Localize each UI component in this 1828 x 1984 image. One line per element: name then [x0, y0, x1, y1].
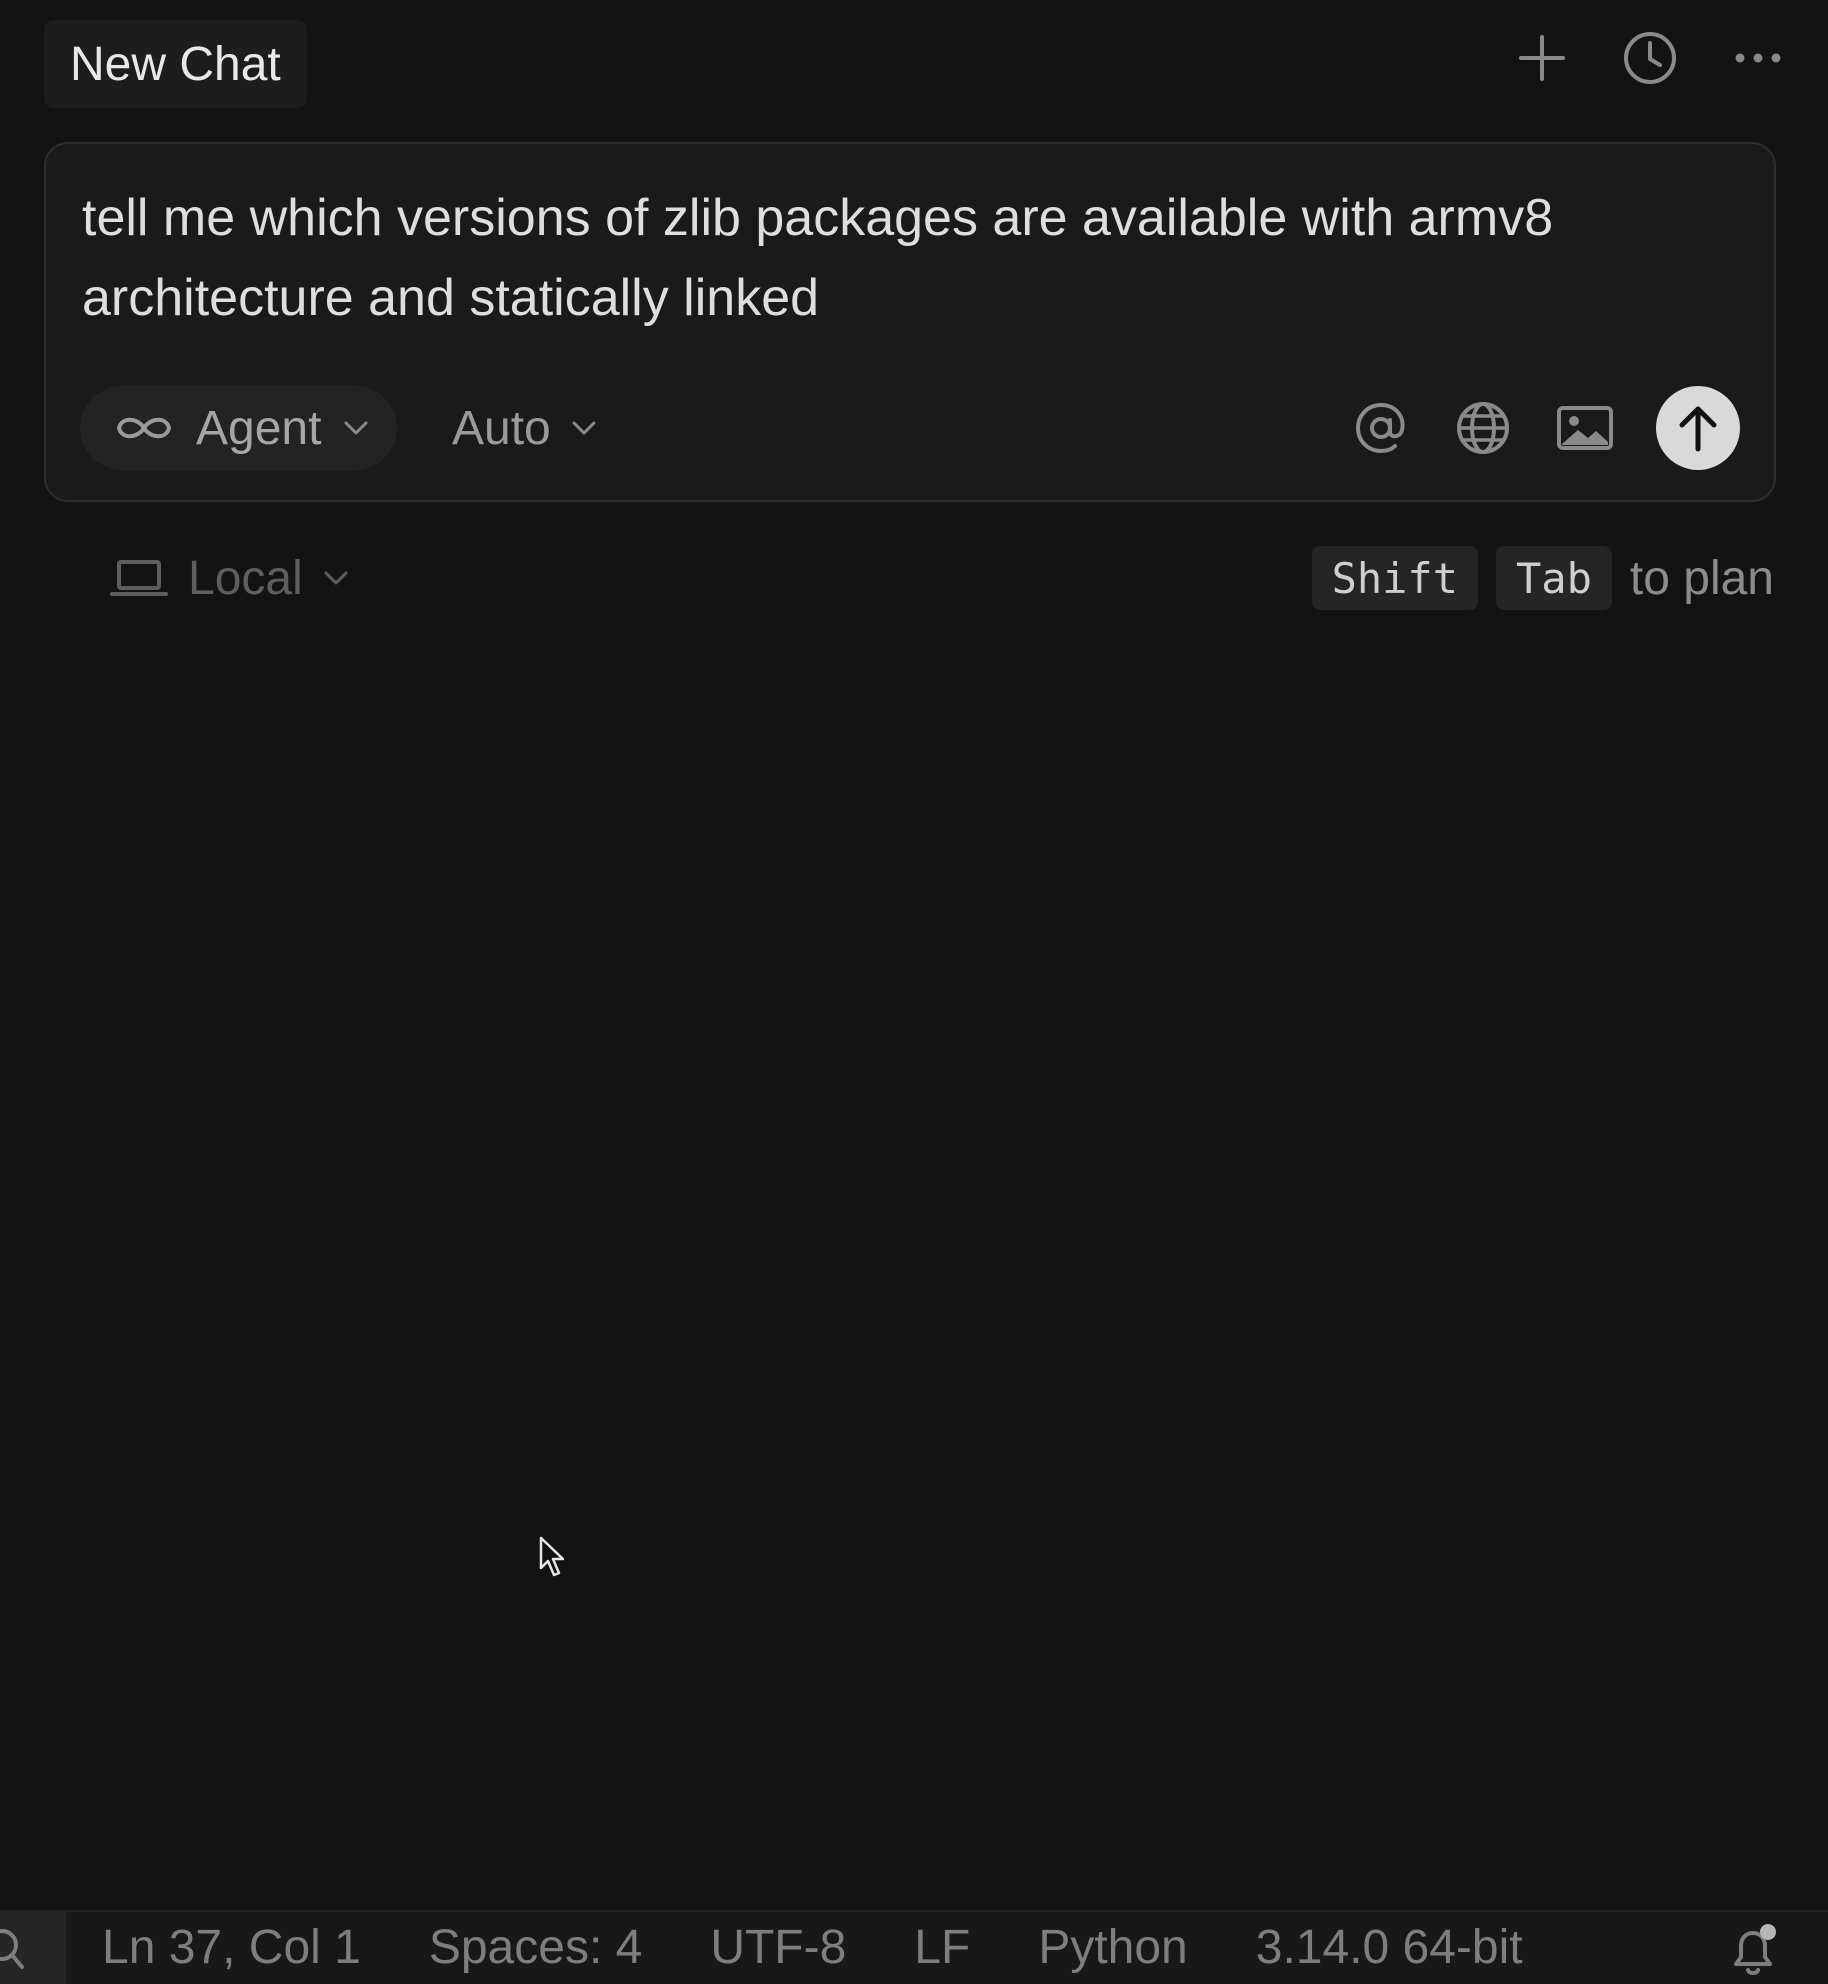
mouse-pointer-icon	[539, 1536, 565, 1577]
file-encoding[interactable]: UTF-8	[710, 1912, 846, 1984]
environment-selector[interactable]: Local	[110, 542, 349, 614]
chat-title-tab[interactable]: New Chat	[44, 20, 307, 108]
line-ending[interactable]: LF	[914, 1912, 970, 1984]
plan-hint-text: to plan	[1629, 551, 1774, 605]
image-icon	[1557, 406, 1613, 450]
status-search-button[interactable]	[0, 1912, 66, 1984]
at-mention-icon	[1355, 402, 1405, 454]
plan-shortcut-hint: Shift Tab to plan	[1311, 542, 1774, 614]
chat-header: New Chat	[0, 0, 1828, 128]
cursor-position[interactable]: Ln 37, Col 1	[102, 1912, 361, 1984]
model-selector[interactable]: Auto	[452, 386, 597, 470]
more-options-button[interactable]	[1728, 28, 1788, 88]
composer-tools	[1350, 386, 1740, 470]
chevron-down-icon	[572, 421, 596, 435]
model-label: Auto	[452, 401, 551, 455]
chat-title: New Chat	[70, 37, 281, 91]
chat-composer: tell me which versions of zlib packages …	[44, 142, 1776, 502]
globe-icon	[1457, 402, 1509, 454]
chevron-down-icon	[344, 421, 368, 435]
new-chat-button[interactable]	[1512, 28, 1572, 88]
agent-mode-selector[interactable]: Agent	[80, 386, 398, 470]
send-button[interactable]	[1656, 386, 1740, 470]
search-icon	[0, 1929, 24, 1969]
arrow-up-icon	[1679, 406, 1717, 452]
composer-controls: Agent Auto	[80, 386, 1740, 470]
mention-button[interactable]	[1350, 397, 1412, 459]
status-bar: Ln 37, Col 1 Spaces: 4 UTF-8 LF Python 3…	[0, 1910, 1828, 1984]
language-mode[interactable]: Python	[1038, 1912, 1187, 1984]
agent-mode-label: Agent	[196, 401, 322, 455]
composer-footer: Local Shift Tab to plan	[110, 542, 1774, 614]
attach-image-button[interactable]	[1554, 397, 1616, 459]
bell-icon[interactable]	[1724, 1920, 1784, 1980]
plus-icon	[1519, 35, 1565, 81]
python-interpreter[interactable]: 3.14.0 64-bit	[1256, 1912, 1523, 1984]
environment-label: Local	[188, 551, 303, 605]
infinity-icon	[116, 417, 172, 439]
history-button[interactable]	[1620, 28, 1680, 88]
status-items: Ln 37, Col 1 Spaces: 4 UTF-8 LF Python 3…	[102, 1912, 1523, 1984]
indentation-setting[interactable]: Spaces: 4	[429, 1912, 642, 1984]
chat-panel: New Chat tell me which versions of zlib …	[0, 0, 1828, 1984]
prompt-input[interactable]: tell me which versions of zlib packages …	[82, 178, 1722, 338]
laptop-icon	[110, 560, 168, 596]
tab-key: Tab	[1496, 546, 1612, 610]
history-icon	[1624, 32, 1676, 84]
header-actions	[1512, 28, 1788, 88]
web-search-button[interactable]	[1452, 397, 1514, 459]
chevron-down-icon	[324, 571, 348, 585]
more-icon	[1735, 53, 1781, 63]
shift-key: Shift	[1311, 546, 1479, 610]
